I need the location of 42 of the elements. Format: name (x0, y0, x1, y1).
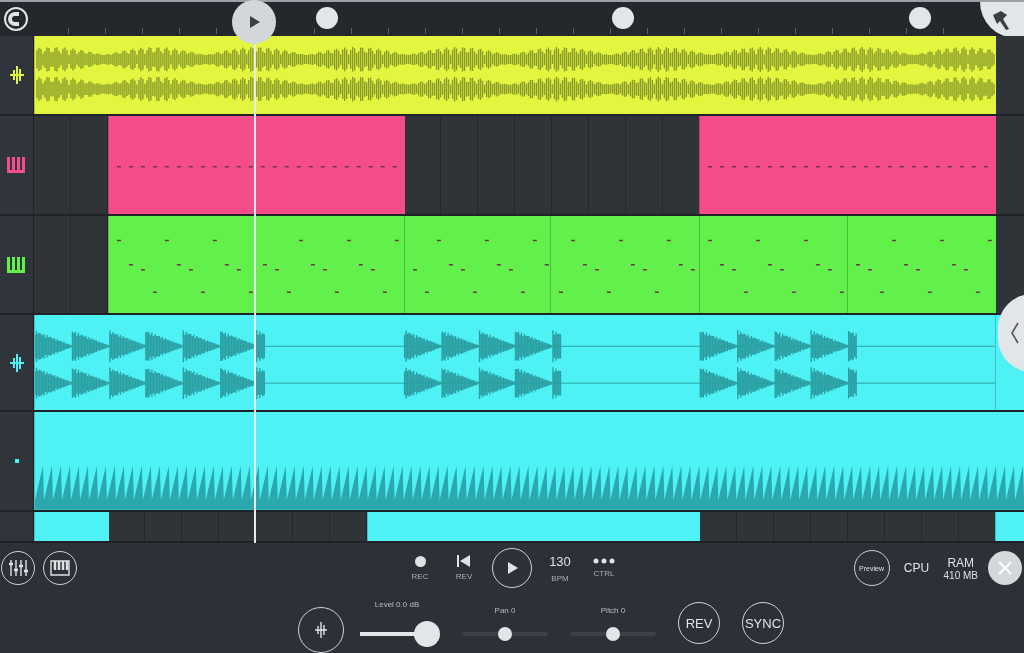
automation-clip[interactable] (995, 511, 1024, 542)
tempo-button[interactable]: 130 BPM (544, 553, 576, 583)
automation-clip[interactable] (366, 511, 701, 542)
audio-clip[interactable] (34, 36, 996, 115)
pattern-clip[interactable] (253, 215, 405, 314)
marker-icon[interactable] (909, 7, 931, 29)
close-button[interactable] (988, 551, 1022, 585)
audio-clip[interactable] (34, 315, 996, 411)
piano-icon[interactable] (6, 156, 27, 173)
pattern-clip[interactable] (847, 215, 996, 314)
waveform-icon[interactable] (9, 351, 24, 374)
cpu-label: CPU (903, 561, 930, 575)
playhead-button[interactable] (232, 0, 276, 44)
waveform-icon (314, 619, 328, 641)
automation-clip[interactable] (34, 511, 109, 542)
skip-back-icon (457, 555, 471, 567)
pattern-clip[interactable] (403, 215, 552, 314)
record-button[interactable]: REC (404, 555, 436, 581)
ctrl-button[interactable]: CTRL (588, 558, 620, 578)
ram-value: 410 MB (943, 569, 978, 581)
slider-label: Level 0.0 dB (374, 599, 420, 609)
pattern-clip[interactable] (107, 116, 405, 214)
marker-icon[interactable] (316, 7, 338, 29)
tool-button[interactable] (980, 2, 1024, 38)
ram-label: RAM (947, 555, 975, 570)
automation-clip[interactable] (34, 412, 1024, 510)
piano-icon[interactable] (6, 256, 27, 273)
play-icon (247, 15, 261, 29)
pattern-clip[interactable] (107, 215, 255, 314)
pattern-clip[interactable] (699, 116, 996, 214)
piano-icon (50, 560, 70, 576)
slider-label: Pitch 0 (600, 605, 626, 615)
rewind-button[interactable]: REV (448, 555, 480, 581)
dots-icon (593, 558, 615, 564)
sliders-icon (8, 559, 28, 577)
slider-label: Pan 0 (494, 605, 516, 615)
marker-icon[interactable] (612, 7, 634, 29)
close-icon (997, 560, 1013, 576)
pattern-clip[interactable] (699, 215, 849, 314)
play-icon (505, 561, 519, 575)
waveform-icon[interactable] (9, 64, 24, 87)
pattern-clip[interactable] (550, 215, 701, 314)
